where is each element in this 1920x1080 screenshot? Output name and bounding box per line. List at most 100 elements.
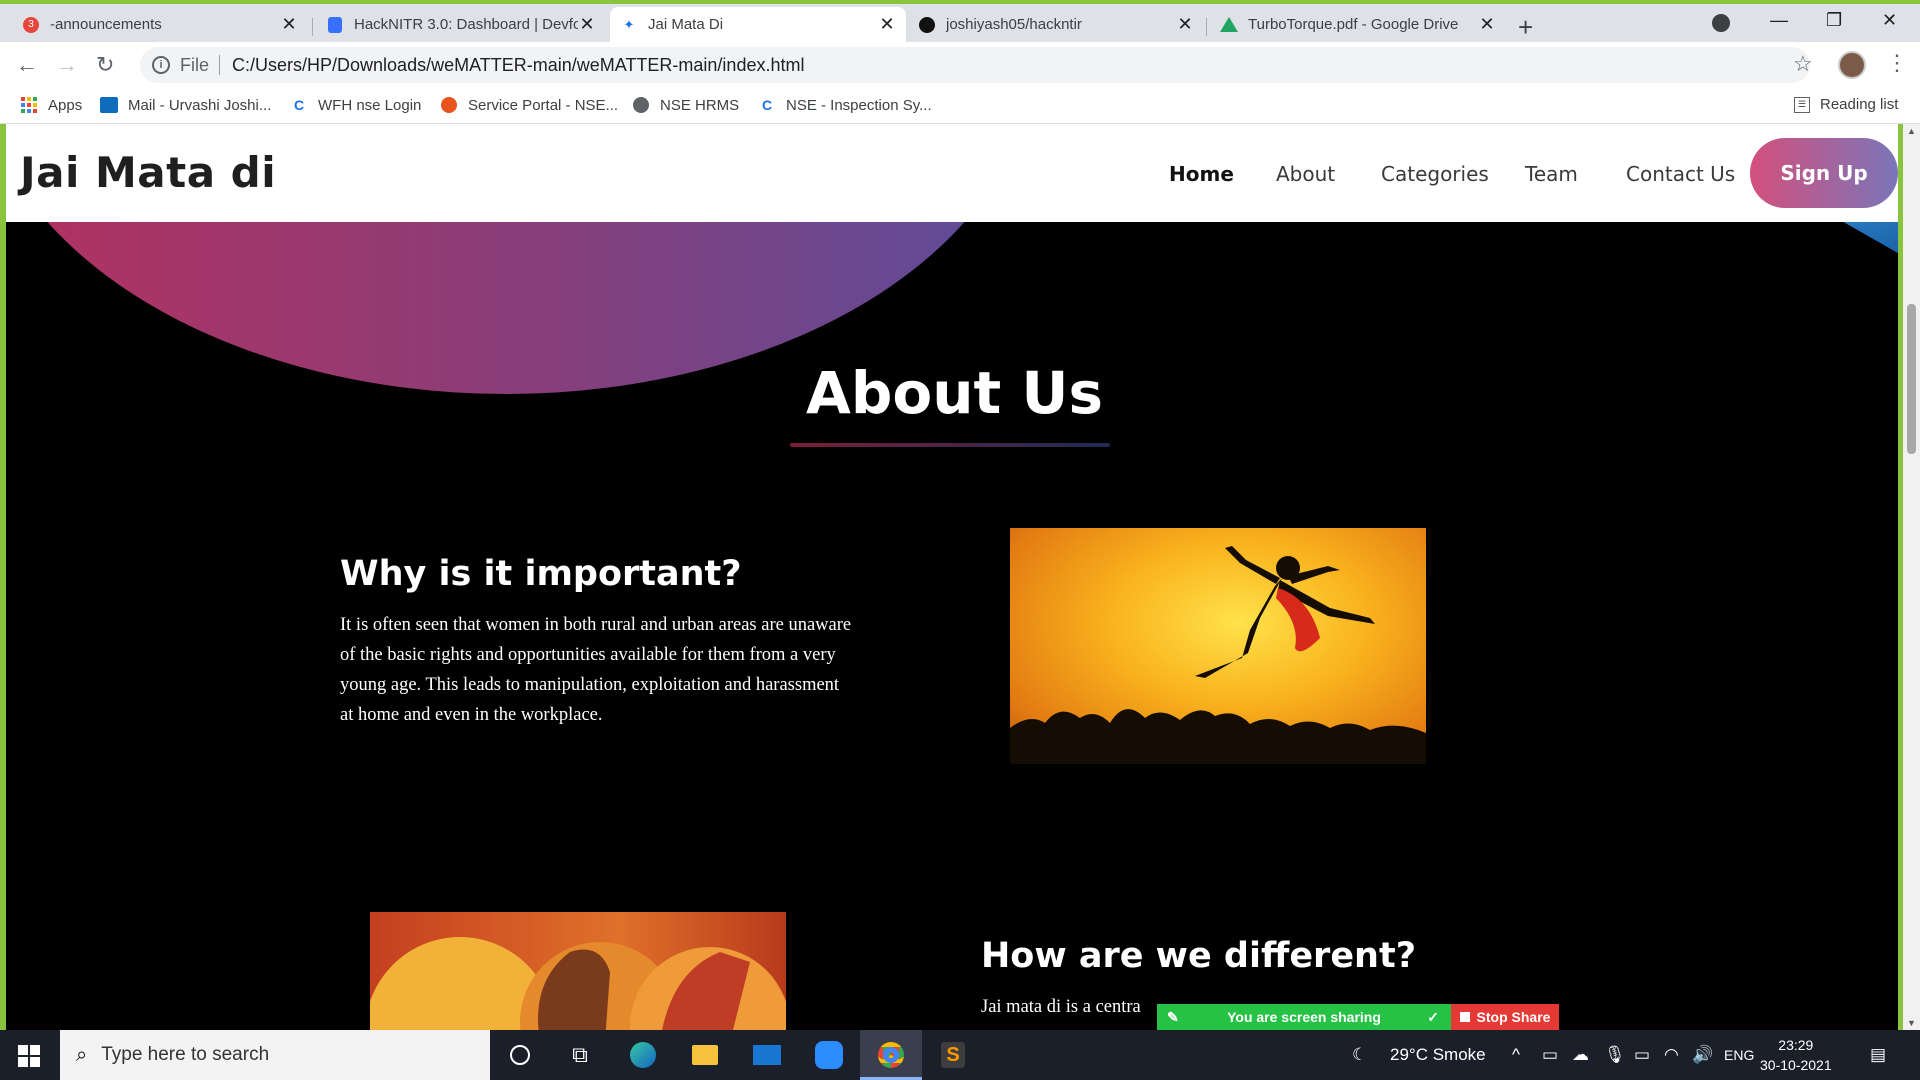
scroll-down-icon[interactable]: ▼ xyxy=(1907,1018,1916,1028)
address-bar[interactable]: i File C:/Users/HP/Downloads/weMATTER-ma… xyxy=(140,47,1810,83)
onedrive-icon[interactable]: ☁ xyxy=(1572,1045,1589,1065)
forward-icon[interactable]: → xyxy=(56,52,78,78)
tab-divider xyxy=(1206,18,1207,36)
how-different-heading: How are we different? xyxy=(981,936,1417,976)
page-scrollbar[interactable]: ▲ ▼ xyxy=(1903,124,1920,1030)
close-icon[interactable]: ✕ xyxy=(878,14,896,35)
bookmark-nse-inspection[interactable]: C NSE - Inspection Sy... xyxy=(758,96,932,114)
url-text[interactable]: C:/Users/HP/Downloads/weMATTER-main/weMA… xyxy=(232,55,804,76)
nav-categories[interactable]: Categories xyxy=(1381,162,1489,186)
close-icon[interactable]: ✕ xyxy=(1176,14,1194,35)
nse-icon: C xyxy=(293,97,305,113)
screen-share-bar: ✎ You are screen sharing ✓ Stop Share xyxy=(1157,1004,1559,1030)
nav-home[interactable]: Home xyxy=(1169,162,1234,186)
scroll-up-icon[interactable]: ▲ xyxy=(1907,126,1916,136)
cortana-icon[interactable] xyxy=(505,1040,535,1070)
windows-taskbar: ⌕ Type here to search ⧉ S ☾ 29°C Smoke ^… xyxy=(0,1030,1920,1080)
discord-badge-icon: 3 xyxy=(22,16,40,34)
close-icon[interactable]: ✕ xyxy=(1478,14,1496,35)
google-drive-icon xyxy=(1220,16,1238,34)
page-icon: ✦ xyxy=(623,16,635,32)
zoom-icon[interactable] xyxy=(814,1040,844,1070)
bookmark-apps[interactable]: Apps xyxy=(20,96,82,114)
tab-google-drive[interactable]: TurboTorque.pdf - Google Drive ✕ xyxy=(1210,7,1506,42)
notifications-icon[interactable]: ▤ xyxy=(1870,1045,1886,1065)
weather-text[interactable]: 29°C Smoke xyxy=(1390,1045,1486,1065)
volume-icon[interactable]: 🔊 xyxy=(1692,1045,1713,1065)
bookmark-mail[interactable]: Mail - Urvashi Joshi... xyxy=(100,96,271,114)
devfolio-icon xyxy=(326,16,344,34)
taskbar-search-box[interactable]: ⌕ Type here to search xyxy=(60,1030,490,1080)
apps-grid-icon xyxy=(20,96,38,114)
mail-icon[interactable] xyxy=(752,1040,782,1070)
taskbar-clock[interactable]: 23:29 30-10-2021 xyxy=(1760,1035,1832,1075)
bookmark-service-portal[interactable]: Service Portal - NSE... xyxy=(440,96,618,114)
tab-title: -announcements xyxy=(50,16,162,33)
tab-jai-mata-di[interactable]: ✦ Jai Mata Di ✕ xyxy=(610,7,906,42)
tab-strip: 3 -announcements ✕ HackNITR 3.0: Dashboa… xyxy=(0,4,1920,42)
windows-start-icon[interactable] xyxy=(18,1045,40,1067)
menu-kebab-icon[interactable]: ⋮ xyxy=(1886,50,1908,76)
why-important-heading: Why is it important? xyxy=(340,554,742,594)
minimize-icon[interactable]: — xyxy=(1770,10,1788,31)
nav-contact-us[interactable]: Contact Us xyxy=(1626,162,1735,186)
browser-toolbar: ← → ↻ i File C:/Users/HP/Downloads/weMAT… xyxy=(0,42,1920,88)
github-icon xyxy=(918,16,936,34)
tab-github[interactable]: joshiyash05/hackntir ✕ xyxy=(908,7,1204,42)
site-header: Jai Mata di Home About Categories Team C… xyxy=(6,124,1903,222)
bookmark-nse-hrms[interactable]: NSE HRMS xyxy=(632,96,739,114)
edge-icon[interactable] xyxy=(628,1040,658,1070)
nav-team[interactable]: Team xyxy=(1525,162,1578,186)
drag-handle-icon[interactable]: ✎ xyxy=(1167,1009,1179,1026)
language-indicator[interactable]: ENG xyxy=(1724,1047,1754,1063)
close-window-icon[interactable]: ✕ xyxy=(1882,10,1897,31)
close-icon[interactable]: ✕ xyxy=(280,14,298,35)
task-view-icon[interactable]: ⧉ xyxy=(565,1040,595,1070)
microphone-icon[interactable]: 🎙 xyxy=(1604,1045,1626,1065)
wifi-icon[interactable]: ◠ xyxy=(1664,1045,1679,1065)
bookmark-star-icon[interactable]: ☆ xyxy=(1793,51,1813,77)
weather-icon[interactable]: ☾ xyxy=(1352,1045,1367,1065)
signup-button[interactable]: Sign Up xyxy=(1750,138,1898,208)
women-illustration-image xyxy=(370,912,786,1030)
battery-icon[interactable]: ▭ xyxy=(1634,1045,1650,1065)
profile-avatar[interactable] xyxy=(1838,51,1866,79)
reading-list[interactable]: ☰ Reading list xyxy=(1794,96,1898,113)
shield-check-icon: ✓ xyxy=(1427,1008,1439,1025)
reading-list-icon: ☰ xyxy=(1794,96,1810,113)
tab-hacknitr[interactable]: HackNITR 3.0: Dashboard | Devfo ✕ xyxy=(316,7,606,42)
tab-divider xyxy=(312,18,313,36)
scrollbar-thumb[interactable] xyxy=(1907,304,1916,454)
url-divider xyxy=(219,55,221,75)
reload-icon[interactable]: ↻ xyxy=(96,52,114,78)
screen-share-status[interactable]: ✎ You are screen sharing ✓ xyxy=(1157,1004,1451,1030)
tray-chevron-icon[interactable]: ^ xyxy=(1512,1045,1520,1065)
globe-icon xyxy=(632,96,650,114)
tab-title: TurboTorque.pdf - Google Drive xyxy=(1248,16,1459,33)
url-scheme: File xyxy=(180,54,210,75)
file-explorer-icon[interactable] xyxy=(690,1040,720,1070)
chrome-icon[interactable] xyxy=(876,1040,906,1070)
page-viewport: Jai Mata di Home About Categories Team C… xyxy=(6,124,1903,1030)
nav-about[interactable]: About xyxy=(1276,162,1335,186)
back-icon[interactable]: ← xyxy=(16,52,38,78)
tab-search-icon[interactable] xyxy=(1712,14,1730,32)
header-gradient-corner xyxy=(1833,216,1903,256)
info-icon[interactable]: i xyxy=(152,56,170,74)
jumping-woman-image xyxy=(1010,528,1426,764)
tab-announcements[interactable]: 3 -announcements ✕ xyxy=(12,7,308,42)
tab-title: HackNITR 3.0: Dashboard | Devfo xyxy=(354,16,578,33)
site-brand[interactable]: Jai Mata di xyxy=(20,148,276,197)
bookmark-wfh-nse[interactable]: C WFH nse Login xyxy=(290,96,421,114)
close-icon[interactable]: ✕ xyxy=(578,14,596,35)
why-important-text: It is often seen that women in both rura… xyxy=(340,615,852,725)
restore-icon[interactable]: ❐ xyxy=(1826,10,1842,31)
tab-title: joshiyash05/hackntir xyxy=(946,16,1082,33)
how-different-text: Jai mata di is a centra xyxy=(981,997,1141,1017)
meet-now-icon[interactable]: ▭ xyxy=(1542,1045,1558,1065)
service-portal-icon xyxy=(440,96,458,114)
sublime-text-icon[interactable]: S xyxy=(938,1040,968,1070)
stop-share-button[interactable]: Stop Share xyxy=(1451,1004,1559,1030)
tab-title: Jai Mata Di xyxy=(648,16,724,33)
new-tab-button[interactable]: + xyxy=(1518,12,1533,43)
